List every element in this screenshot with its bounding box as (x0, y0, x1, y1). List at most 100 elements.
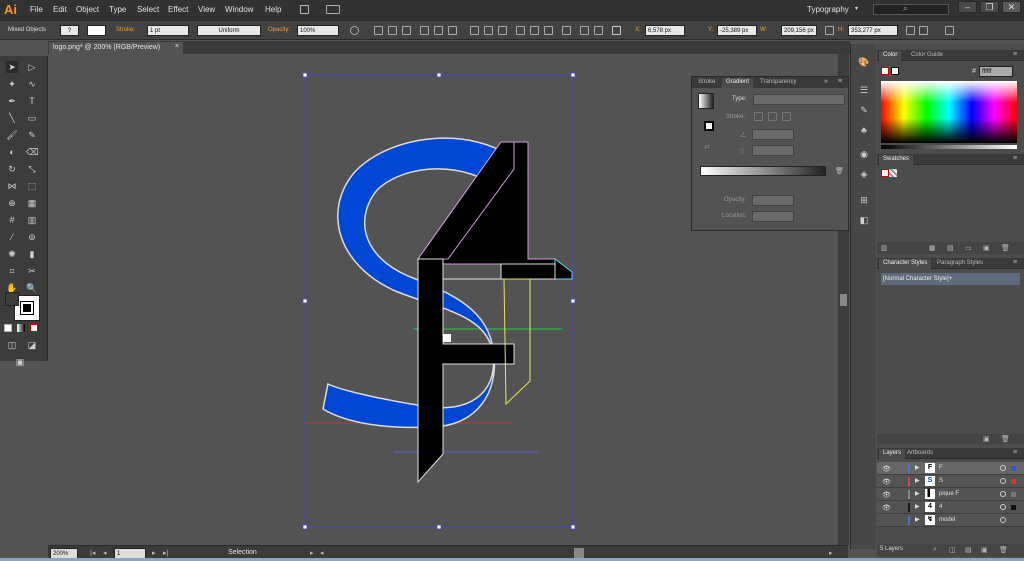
scroll-left-icon[interactable]: ◂ (320, 549, 324, 557)
stroke-swatch[interactable] (87, 25, 106, 36)
angle-field[interactable] (752, 129, 794, 140)
swatch-options-icon[interactable]: ▤ (947, 244, 954, 252)
clipping-mask-icon[interactable]: ◫ (949, 546, 956, 554)
selection-square[interactable] (1011, 492, 1016, 497)
new-layer-icon[interactable]: ▣ (981, 546, 988, 554)
target-circle-icon[interactable] (1000, 465, 1006, 471)
stroke-weight-field[interactable]: 1 pt (147, 25, 189, 36)
align-center-icon[interactable] (388, 26, 397, 35)
tab-swatches[interactable]: Swatches (879, 155, 914, 165)
pencil-tool-icon[interactable]: ✎ (26, 129, 38, 141)
recolor-icon[interactable] (350, 26, 359, 35)
maximize-button[interactable]: ❐ (980, 1, 999, 13)
anchor-point[interactable] (443, 334, 451, 342)
eraser-tool-icon[interactable]: ⌫ (26, 146, 39, 158)
delete-style-icon[interactable]: 🗑 (1001, 435, 1010, 443)
selection-square[interactable] (1011, 479, 1016, 484)
panel-menu-icon[interactable]: ≡ (838, 78, 842, 85)
panel-menu-icon[interactable]: ≡ (1013, 259, 1017, 266)
stop-location-field[interactable] (752, 211, 794, 222)
pathfinder-panel-icon[interactable]: ◧ (858, 214, 870, 226)
h-field[interactable]: 353,277 px (848, 25, 898, 36)
transform-icon[interactable] (906, 26, 915, 35)
opacity-link[interactable]: Opacity: (268, 27, 290, 33)
w-field[interactable]: 209,156 px (781, 25, 817, 36)
delete-stop-icon[interactable]: 🗑 (835, 167, 844, 175)
panel-menu-icon[interactable]: ≡ (1013, 51, 1017, 58)
link-icon[interactable] (825, 26, 834, 35)
width-tool-icon[interactable]: ⋈ (6, 180, 18, 192)
panel-menu-icon[interactable]: ≡ (1013, 155, 1017, 162)
magic-wand-tool-icon[interactable]: ✦ (6, 78, 18, 90)
distribute-center-icon[interactable] (530, 26, 539, 35)
delete-layer-icon[interactable]: 🗑 (999, 546, 1008, 554)
layer-row-4[interactable]: 👁 ▶ 4 4 (877, 501, 1024, 514)
layer-row-f[interactable]: 👁 ▶ F F (877, 462, 1024, 475)
panel-list-icon[interactable]: ☰ (858, 84, 870, 96)
y-field[interactable]: -25,389 px (717, 25, 757, 36)
target-circle-icon[interactable] (1000, 478, 1006, 484)
tab-gradient[interactable]: Gradient (722, 78, 754, 88)
show-swatch-kinds-icon[interactable]: ▦ (929, 244, 936, 252)
target-circle-icon[interactable] (1000, 491, 1006, 497)
first-artboard-icon[interactable]: |◂ (90, 549, 95, 557)
menu-select[interactable]: Select (137, 5, 159, 14)
color-panel-icon[interactable]: 🎨 (858, 56, 870, 68)
scroll-thumb[interactable] (840, 294, 847, 306)
expand-arrow-icon[interactable]: ▶ (915, 503, 920, 510)
gradient-slider[interactable] (700, 166, 826, 176)
document-tab[interactable]: logo.png* @ 200% (RGB/Preview) × (49, 42, 183, 54)
expand-arrow-icon[interactable]: ▶ (915, 477, 920, 484)
color-fill-swatch[interactable] (881, 67, 889, 75)
shape-builder-tool-icon[interactable]: ⊕ (6, 197, 18, 209)
zoom-tool-icon[interactable]: 🔍 (26, 282, 38, 294)
eyedropper-tool-icon[interactable]: ⁄ (6, 231, 18, 243)
lasso-tool-icon[interactable]: ∿ (26, 78, 38, 90)
tab-color-guide[interactable]: Color Guide (907, 51, 947, 61)
swatch-none[interactable] (881, 169, 889, 177)
locate-object-icon[interactable]: ⌕ (933, 546, 937, 554)
menu-help[interactable]: Help (265, 5, 281, 14)
character-style-item[interactable]: [Normal Character Style]+ (881, 273, 1020, 285)
new-sublayer-icon[interactable]: ▤ (965, 546, 972, 554)
distribute-middle-icon[interactable] (484, 26, 493, 35)
layer-row-model[interactable]: ▶ ↯ model (877, 514, 1024, 527)
close-tab-icon[interactable]: × (175, 43, 179, 50)
distribute-top-icon[interactable] (470, 26, 479, 35)
search-input[interactable] (873, 4, 949, 15)
symbols-panel-icon[interactable]: ♣ (858, 124, 870, 136)
align-to-icon[interactable] (562, 26, 571, 35)
tab-layers[interactable]: Layers (879, 449, 906, 459)
visibility-eye-icon[interactable]: 👁 (882, 478, 891, 486)
gradient-tool-icon[interactable]: ▥ (26, 214, 38, 226)
layer-name[interactable]: S (939, 478, 943, 484)
selection-tool-icon[interactable]: ➤ (6, 61, 18, 73)
aspect-field[interactable] (752, 145, 794, 156)
distribute-spacing-icon[interactable] (580, 26, 589, 35)
menu-object[interactable]: Object (76, 5, 99, 14)
scroll-right-icon[interactable]: ▸ (829, 549, 833, 557)
draw-inside-icon[interactable]: ◪ (26, 339, 38, 351)
bridge-icon[interactable] (300, 5, 309, 14)
appearance-panel-icon[interactable]: ◉ (858, 148, 870, 160)
distribute-bottom-icon[interactable] (498, 26, 507, 35)
layer-name[interactable]: model (939, 517, 955, 523)
previous-artboard-icon[interactable]: ◂ (103, 549, 107, 557)
stroke-link[interactable]: Stroke: (116, 27, 135, 33)
slice-tool-icon[interactable]: ✂ (26, 265, 38, 277)
selection-square[interactable] (1011, 505, 1016, 510)
distribute-spacing-h-icon[interactable] (594, 26, 603, 35)
horizontal-scroll-thumb[interactable] (574, 548, 584, 558)
workspace-switcher[interactable]: Typography (807, 5, 849, 14)
rectangle-tool-icon[interactable]: ▭ (26, 112, 38, 124)
line-tool-icon[interactable]: ╲ (6, 112, 18, 124)
tab-artboards[interactable]: Artboards (903, 449, 937, 459)
tab-stroke[interactable]: Stroke (694, 78, 719, 88)
mesh-tool-icon[interactable]: # (6, 214, 18, 226)
layer-row-s[interactable]: 👁 ▶ S S (877, 475, 1024, 488)
screen-mode-icon[interactable]: ▣ (14, 356, 26, 368)
panel-menu-icon[interactable]: ≡ (1013, 449, 1017, 456)
fill-color-box[interactable] (5, 292, 19, 306)
letter-f-shape[interactable] (417, 258, 556, 484)
perspective-grid-tool-icon[interactable]: ▦ (26, 197, 38, 209)
